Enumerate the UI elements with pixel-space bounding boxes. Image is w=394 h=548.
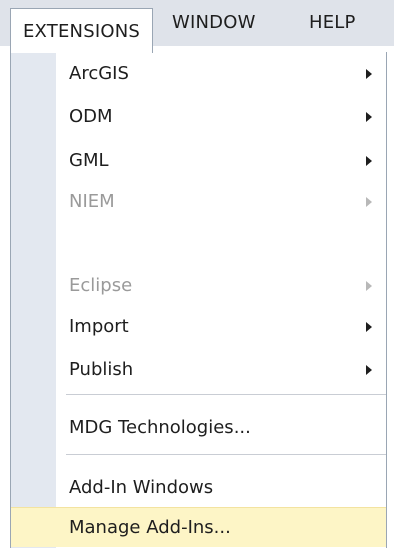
menu-item-add-in-windows[interactable]: Add-In Windows: [11, 468, 386, 508]
menu-bar: EXTENSIONS WINDOW HELP: [0, 0, 394, 53]
menu-item-manage-add-ins[interactable]: Manage Add-Ins...: [11, 507, 386, 547]
menu-item-niem: NIEM: [11, 182, 386, 222]
menu-separator: [66, 454, 386, 455]
menu-help[interactable]: HELP: [309, 0, 356, 46]
submenu-arrow-icon: [366, 322, 372, 332]
menu-item-arcgis[interactable]: ArcGIS: [11, 54, 386, 94]
menu-window[interactable]: WINDOW: [172, 0, 256, 46]
menu-item-publish[interactable]: Publish: [11, 350, 386, 390]
menu-item-label: Import: [69, 316, 129, 337]
submenu-arrow-icon: [366, 281, 372, 291]
menu-extensions[interactable]: EXTENSIONS: [10, 8, 153, 53]
submenu-arrow-icon: [366, 69, 372, 79]
menu-item-label: Publish: [69, 359, 134, 380]
submenu-arrow-icon: [366, 112, 372, 122]
menu-item-label: GML: [69, 150, 109, 171]
menu-item-odm[interactable]: ODM: [11, 97, 386, 137]
menu-item-eclipse: Eclipse: [11, 266, 386, 306]
menu-item-label: Manage Add-Ins...: [69, 517, 231, 538]
menu-item-label: ArcGIS: [69, 63, 129, 84]
menu-item-mdg-technologies[interactable]: MDG Technologies...: [11, 408, 386, 448]
menu-separator: [66, 394, 386, 395]
submenu-arrow-icon: [366, 156, 372, 166]
menu-item-gml[interactable]: GML: [11, 141, 386, 181]
submenu-arrow-icon: [366, 197, 372, 207]
menu-item-label: Add-In Windows: [69, 477, 214, 498]
menu-item-label: NIEM: [69, 191, 115, 212]
menu-item-label: Eclipse: [69, 275, 133, 296]
menu-item-label: MDG Technologies...: [69, 417, 251, 438]
menu-item-label: ODM: [69, 106, 113, 127]
submenu-arrow-icon: [366, 365, 372, 375]
menu-item-import[interactable]: Import: [11, 307, 386, 347]
extensions-dropdown-menu: ArcGIS ODM GML NIEM Eclipse Import Publi…: [10, 52, 387, 548]
